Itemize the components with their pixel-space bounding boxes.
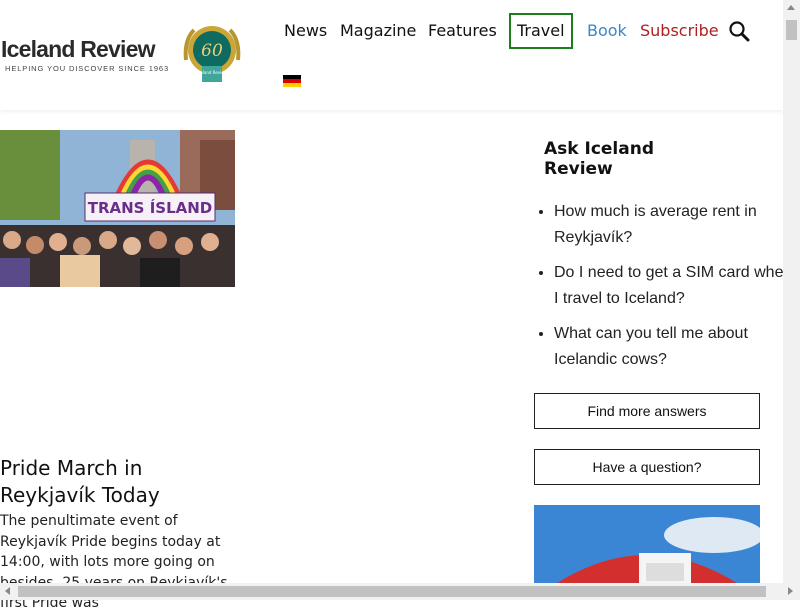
list-item[interactable]: Do I need to get a SIM card when I trave…: [554, 260, 794, 311]
anniversary-badge-icon: 60 Iceland Review: [183, 26, 241, 82]
scrollbar-thumb[interactable]: [786, 20, 797, 40]
nav-magazine[interactable]: Magazine: [340, 13, 416, 49]
sidebar-image[interactable]: [534, 505, 760, 585]
scroll-up-icon[interactable]: [787, 5, 795, 10]
scroll-right-icon[interactable]: [788, 587, 793, 595]
nav-features[interactable]: Features: [428, 13, 497, 49]
scrollbar-thumb[interactable]: [18, 586, 766, 597]
red-barn-photo: [534, 505, 760, 585]
nav-travel[interactable]: Travel: [509, 13, 573, 49]
find-more-answers-button[interactable]: Find more answers: [534, 393, 760, 429]
nav-book[interactable]: Book: [587, 13, 627, 49]
pride-march-photo: TRANS ÍSLAND: [0, 130, 235, 287]
nav-news[interactable]: News: [284, 13, 327, 49]
vertical-scrollbar[interactable]: [783, 0, 800, 583]
banner-text: TRANS ÍSLAND: [88, 198, 213, 217]
article-title[interactable]: Pride March in Reykjavík Today: [0, 455, 240, 509]
list-item[interactable]: What can you tell me about Icelandic cow…: [554, 321, 794, 372]
list-item[interactable]: How much is average rent in Reykjavík?: [554, 199, 794, 250]
badge-number: 60: [201, 41, 223, 61]
site-header: Iceland Review HELPING YOU DISCOVER SINC…: [0, 0, 783, 110]
site-logo[interactable]: Iceland Review: [1, 36, 156, 63]
ask-question-button[interactable]: Have a question?: [534, 449, 760, 485]
badge-label: Iceland Review: [197, 70, 228, 75]
question-list: How much is average rent in Reykjavík? D…: [534, 199, 794, 382]
germany-flag-icon[interactable]: [283, 75, 301, 87]
horizontal-scrollbar[interactable]: [0, 583, 800, 600]
article-image[interactable]: TRANS ÍSLAND: [0, 130, 235, 287]
nav-subscribe[interactable]: Subscribe: [640, 13, 719, 49]
scroll-left-icon[interactable]: [5, 587, 10, 595]
logo-tagline: HELPING YOU DISCOVER SINCE 1963: [5, 64, 170, 73]
aside-title: Ask Iceland Review: [544, 139, 655, 179]
search-icon[interactable]: [728, 20, 750, 42]
